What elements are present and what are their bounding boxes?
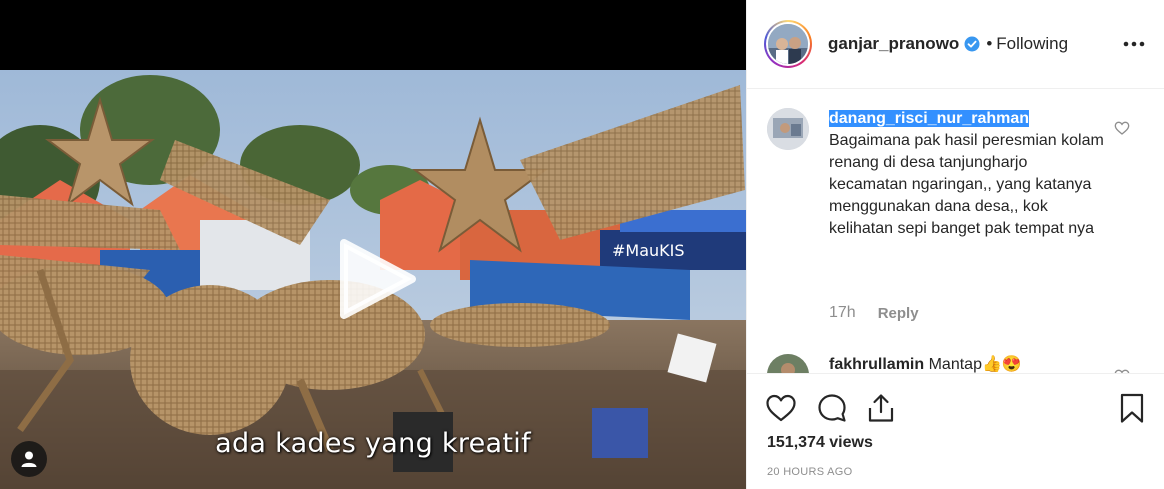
video-subtitle: ada kades yang kreatif [215, 428, 531, 459]
avatar[interactable] [764, 20, 812, 68]
post-side-panel: ganjar_pranowo • Following danang_risci_… [746, 0, 1164, 489]
post-actions: 151,374 views 20 HOURS AGO [747, 373, 1164, 489]
instagram-post: #MauKIS ada kades yang kreatif ganjar_pr… [0, 0, 1164, 489]
commenter-avatar[interactable] [767, 354, 809, 373]
comment-text: Bagaimana pak hasil peresmian kolam rena… [829, 132, 1104, 237]
user-tag-icon [21, 451, 37, 467]
comment-like-heart-icon[interactable] [1114, 120, 1130, 136]
play-icon[interactable] [334, 237, 418, 321]
comments-list[interactable]: danang_risci_nur_rahman Bagaimana pak ha… [747, 90, 1164, 373]
comment-timestamp[interactable]: 17h [829, 304, 856, 322]
video-player[interactable]: #MauKIS ada kades yang kreatif [0, 0, 746, 489]
post-timestamp[interactable]: 20 HOURS AGO [767, 466, 853, 478]
avatar-image [768, 24, 808, 64]
post-author-username[interactable]: ganjar_pranowo [828, 34, 959, 54]
heart-icon[interactable] [765, 392, 797, 424]
comment-username[interactable]: danang_risci_nur_rahman [829, 110, 1030, 127]
comment-username[interactable]: fakhrullamin [829, 356, 924, 373]
comment-text: Mantap👍😍 [928, 356, 1022, 373]
following-button[interactable]: Following [996, 34, 1068, 54]
view-count[interactable]: 151,374 views [767, 434, 873, 452]
more-options-icon[interactable] [1123, 36, 1145, 52]
bookmark-icon[interactable] [1116, 392, 1148, 424]
separator-dot: • [986, 34, 993, 53]
verified-icon [964, 36, 980, 52]
comment-icon[interactable] [816, 392, 848, 424]
banner-text: #MauKIS [612, 241, 685, 260]
post-header: ganjar_pranowo • Following [747, 0, 1164, 89]
share-icon[interactable] [865, 392, 897, 424]
commenter-avatar[interactable] [767, 108, 809, 150]
reply-button[interactable]: Reply [878, 305, 919, 322]
user-tag-button[interactable] [11, 441, 47, 477]
